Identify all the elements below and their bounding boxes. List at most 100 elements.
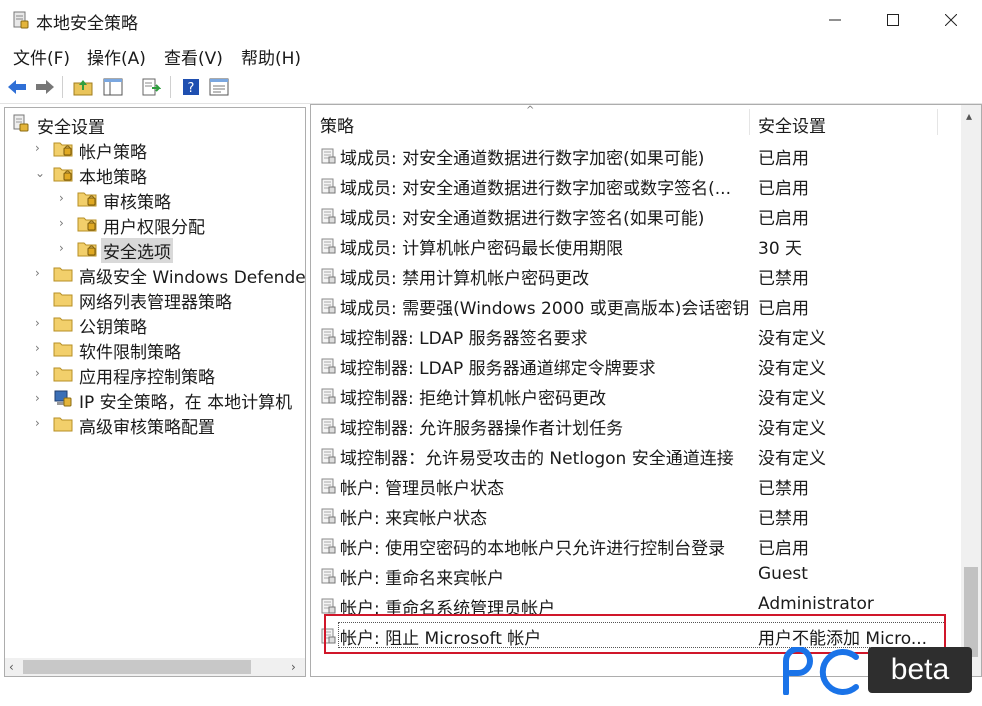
up-folder-icon <box>73 80 93 96</box>
policy-setting: 没有定义 <box>758 329 826 349</box>
policy-name: 帐户: 来宾帐户状态 <box>340 509 488 529</box>
tree-item[interactable]: › 用户权限分配 <box>5 211 305 238</box>
chevron-right-icon[interactable]: › <box>59 191 69 205</box>
column-divider[interactable] <box>937 109 938 135</box>
tree-horizontal-scrollbar[interactable]: ‹ › <box>5 658 305 676</box>
tree-item-label: 用户权限分配 <box>103 218 205 238</box>
policy-row[interactable]: 帐户: 管理员帐户状态 已禁用 <box>317 470 957 500</box>
policy-row[interactable]: 域控制器: LDAP 服务器通道绑定令牌要求 没有定义 <box>317 350 957 380</box>
chevron-right-icon[interactable]: › <box>35 341 45 355</box>
chevron-right-icon[interactable]: › <box>35 316 45 330</box>
policy-list-pane[interactable]: ^ 策略 安全设置 域成员: 对安全通道数据进行数字加密(如果可能) 已启用 域成员… <box>310 104 982 677</box>
policy-row[interactable]: 帐户: 使用空密码的本地帐户只允许进行控制台登录 已启用 <box>317 530 957 560</box>
svg-text:?: ? <box>188 81 195 96</box>
chevron-right-icon[interactable]: › <box>35 141 45 155</box>
policy-row[interactable]: 域成员: 计算机帐户密码最长使用期限 30 天 <box>317 230 957 260</box>
chevron-right-icon[interactable]: › <box>35 391 45 405</box>
scroll-right-icon[interactable]: › <box>291 660 296 674</box>
column-divider[interactable] <box>749 109 750 135</box>
tree-item-label: 高级安全 Windows Defender 防 <box>79 268 306 288</box>
folder-lock-icon <box>77 189 97 207</box>
policy-icon <box>320 298 336 314</box>
tree-item-label: IP 安全策略，在 本地计算机 <box>79 393 293 413</box>
tree-item[interactable]: › 帐户策略 <box>5 136 305 163</box>
policy-row[interactable]: 域成员: 对安全通道数据进行数字签名(如果可能) 已启用 <box>317 200 957 230</box>
tree-item[interactable]: 安全设置 <box>5 111 305 138</box>
chevron-right-icon[interactable]: › <box>35 266 45 280</box>
policy-setting: 已启用 <box>758 179 809 199</box>
forward-icon <box>36 80 54 94</box>
menu-help[interactable]: 帮助(H) <box>241 44 301 69</box>
tree-item-label: 审核策略 <box>103 193 171 213</box>
policy-icon <box>320 568 336 584</box>
policy-setting: 已禁用 <box>758 269 809 289</box>
maximize-icon <box>887 14 899 26</box>
chevron-down-icon[interactable]: ⌄ <box>35 166 45 180</box>
policy-name: 域控制器: LDAP 服务器通道绑定令牌要求 <box>340 359 656 379</box>
tree-item[interactable]: 网络列表管理器策略 <box>5 286 305 313</box>
maximize-button[interactable] <box>864 0 922 40</box>
help-button[interactable]: ? <box>180 76 202 98</box>
policy-row[interactable]: 域控制器: 允许服务器操作者计划任务 没有定义 <box>317 410 957 440</box>
folder-lock-icon <box>53 139 73 157</box>
column-header-policy[interactable]: 策略 <box>320 112 354 137</box>
chevron-right-icon[interactable]: › <box>35 366 45 380</box>
back-button[interactable] <box>6 76 28 98</box>
folder-icon <box>53 264 73 282</box>
sort-caret-icon: ^ <box>526 105 535 116</box>
security-settings-icon <box>11 114 31 132</box>
show-hide-tree-button[interactable] <box>102 76 124 98</box>
folder-icon <box>53 414 73 432</box>
policy-row[interactable]: 域控制器：允许易受攻击的 Netlogon 安全通道连接 没有定义 <box>317 440 957 470</box>
scroll-up-icon[interactable]: ▴ <box>966 109 972 123</box>
policy-row[interactable]: 域成员: 禁用计算机帐户密码更改 已禁用 <box>317 260 957 290</box>
folder-icon <box>53 364 73 382</box>
chevron-right-icon[interactable]: › <box>35 416 45 430</box>
tree-pane[interactable]: 安全设置 › 帐户策略 ⌄ 本地策略 › 审核策略 › 用户权限分配 › 安全选项 › 高级安全 Win… <box>4 107 306 677</box>
policy-row[interactable]: 帐户: 来宾帐户状态 已禁用 <box>317 500 957 530</box>
export-list-button[interactable] <box>140 76 162 98</box>
folder-icon <box>53 289 73 307</box>
tree-item[interactable]: › IP 安全策略，在 本地计算机 <box>5 386 305 413</box>
scroll-left-icon[interactable]: ‹ <box>9 660 14 674</box>
tree-item[interactable]: › 安全选项 <box>5 236 305 263</box>
column-header-setting[interactable]: 安全设置 <box>758 112 826 137</box>
menu-view[interactable]: 查看(V) <box>164 44 223 69</box>
export-list-icon <box>142 78 161 96</box>
tree-item[interactable]: › 公钥策略 <box>5 311 305 338</box>
menu-action[interactable]: 操作(A) <box>87 44 146 69</box>
tree-item[interactable]: › 软件限制策略 <box>5 336 305 363</box>
minimize-button[interactable] <box>806 0 864 40</box>
policy-row[interactable]: 域成员: 对安全通道数据进行数字加密或数字签名(... 已启用 <box>317 170 957 200</box>
scroll-thumb[interactable] <box>964 567 978 657</box>
policy-row[interactable]: 域控制器: 拒绝计算机帐户密码更改 没有定义 <box>317 380 957 410</box>
tree-item[interactable]: ⌄ 本地策略 <box>5 161 305 188</box>
policy-icon <box>320 238 336 254</box>
forward-button[interactable] <box>34 76 56 98</box>
policy-row[interactable]: 域控制器: LDAP 服务器签名要求 没有定义 <box>317 320 957 350</box>
tree-item[interactable]: › 应用程序控制策略 <box>5 361 305 388</box>
tree-item[interactable]: › 高级审核策略配置 <box>5 411 305 438</box>
properties-button[interactable] <box>208 76 230 98</box>
policy-row[interactable]: 域成员: 对安全通道数据进行数字加密(如果可能) 已启用 <box>317 140 957 170</box>
policy-setting: 已启用 <box>758 149 809 169</box>
policy-icon <box>320 478 336 494</box>
chevron-right-icon[interactable]: › <box>59 241 69 255</box>
chevron-right-icon[interactable]: › <box>59 216 69 230</box>
toolbar: ? <box>0 70 982 104</box>
close-button[interactable] <box>922 0 980 40</box>
tree-item-label: 网络列表管理器策略 <box>79 293 232 313</box>
policy-row[interactable]: 帐户: 重命名来宾帐户 Guest <box>317 560 957 590</box>
tree-item[interactable]: › 审核策略 <box>5 186 305 213</box>
up-level-button[interactable] <box>72 76 94 98</box>
policy-icon <box>320 598 336 614</box>
menu-file[interactable]: 文件(F) <box>13 44 70 69</box>
tree-item[interactable]: › 高级安全 Windows Defender 防 <box>5 261 306 288</box>
policy-icon <box>320 508 336 524</box>
policy-row[interactable]: 域成员: 需要强(Windows 2000 或更高版本)会话密钥 已启用 <box>317 290 957 320</box>
policy-name: 域成员: 对安全通道数据进行数字加密(如果可能) <box>340 149 705 169</box>
tree-item-label: 安全选项 <box>101 238 173 263</box>
list-vertical-scrollbar[interactable]: ▴ ▾ <box>961 105 981 676</box>
scroll-thumb[interactable] <box>23 660 251 674</box>
policy-name: 域控制器: 允许服务器操作者计划任务 <box>340 419 624 439</box>
